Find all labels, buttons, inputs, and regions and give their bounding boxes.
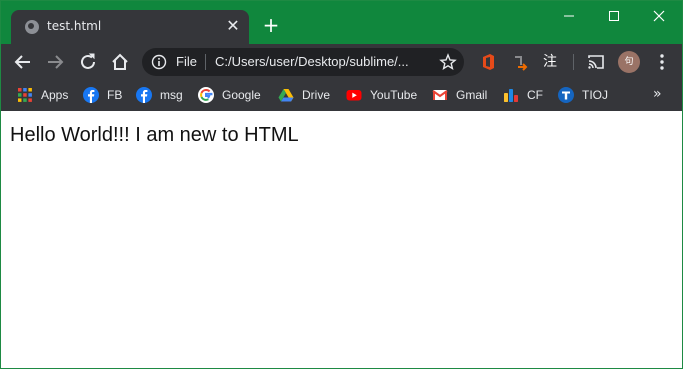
bookmark-fb[interactable]: FB: [83, 86, 122, 104]
profile-avatar[interactable]: 句: [618, 51, 640, 73]
page-text: Hello World!!! I am new to HTML: [10, 124, 299, 146]
codeforces-icon: [503, 87, 519, 103]
reload-icon[interactable]: [77, 51, 99, 73]
tab-title: test.html: [47, 19, 102, 33]
minimize-icon[interactable]: [551, 5, 587, 27]
address-bar[interactable]: File C:/Users/user/Desktop/sublime/...: [142, 48, 464, 76]
gmail-icon: [432, 87, 448, 103]
bookmark-label: CF: [527, 88, 543, 102]
new-tab-button[interactable]: +: [261, 15, 281, 35]
bookmark-drive[interactable]: Drive: [278, 86, 330, 104]
back-icon[interactable]: [12, 51, 34, 73]
url-scheme: File: [176, 54, 197, 69]
bookmark-cf[interactable]: CF: [503, 86, 543, 104]
apps-grid-icon: [17, 87, 33, 103]
bookmark-label: TIOJ: [582, 88, 608, 102]
maximize-icon[interactable]: [596, 5, 632, 27]
bookmark-google[interactable]: Google: [198, 86, 261, 104]
bookmark-label: YouTube: [370, 88, 418, 102]
bookmarks-bar: Apps FB msg Google Drive YouTube Gmail C…: [1, 80, 682, 111]
bookmark-label: Drive: [302, 88, 331, 102]
drive-icon: [278, 87, 294, 103]
bookmark-msg[interactable]: msg: [136, 86, 183, 104]
google-icon: [198, 87, 214, 103]
menu-icon[interactable]: [651, 51, 673, 73]
bookmark-tioj[interactable]: TIOJ: [558, 86, 608, 104]
dictionary-extension-icon[interactable]: 注: [541, 53, 559, 71]
bookmark-gmail[interactable]: Gmail: [432, 86, 487, 104]
bookmark-apps[interactable]: Apps: [17, 86, 68, 104]
forward-icon[interactable]: [44, 51, 66, 73]
close-icon[interactable]: [641, 5, 677, 27]
extension-arrow-icon[interactable]: [512, 53, 530, 71]
tab-test-html[interactable]: test.html ✕: [11, 10, 249, 44]
tab-close-icon[interactable]: ✕: [225, 16, 241, 36]
bookmark-star-icon[interactable]: [439, 53, 457, 71]
omnibox-divider: [205, 54, 206, 70]
youtube-icon: [346, 87, 362, 103]
bookmark-label: Apps: [41, 88, 69, 102]
bookmark-label: Google: [222, 88, 261, 102]
facebook-icon: [136, 87, 152, 103]
facebook-icon: [83, 87, 99, 103]
cast-icon[interactable]: [587, 53, 605, 71]
bookmark-label: FB: [107, 88, 123, 102]
browser-window: test.html ✕ + File C:/Users/user/Desktop…: [0, 0, 683, 369]
info-icon[interactable]: [151, 54, 167, 70]
url-text[interactable]: C:/Users/user/Desktop/sublime/...: [215, 54, 409, 69]
page-content: Hello World!!! I am new to HTML: [1, 111, 682, 368]
home-icon[interactable]: [109, 51, 131, 73]
globe-icon: [25, 20, 39, 34]
bookmark-label: Gmail: [456, 88, 488, 102]
bookmark-youtube[interactable]: YouTube: [346, 86, 417, 104]
bookmarks-overflow-chevron-icon[interactable]: »: [653, 86, 662, 102]
toolbar: File C:/Users/user/Desktop/sublime/... 注…: [1, 44, 682, 80]
tioj-icon: [558, 87, 574, 103]
office-extension-icon[interactable]: [479, 53, 497, 71]
bookmark-label: msg: [160, 88, 183, 102]
title-bar: test.html ✕ +: [1, 1, 682, 44]
toolbar-divider: [573, 54, 574, 70]
